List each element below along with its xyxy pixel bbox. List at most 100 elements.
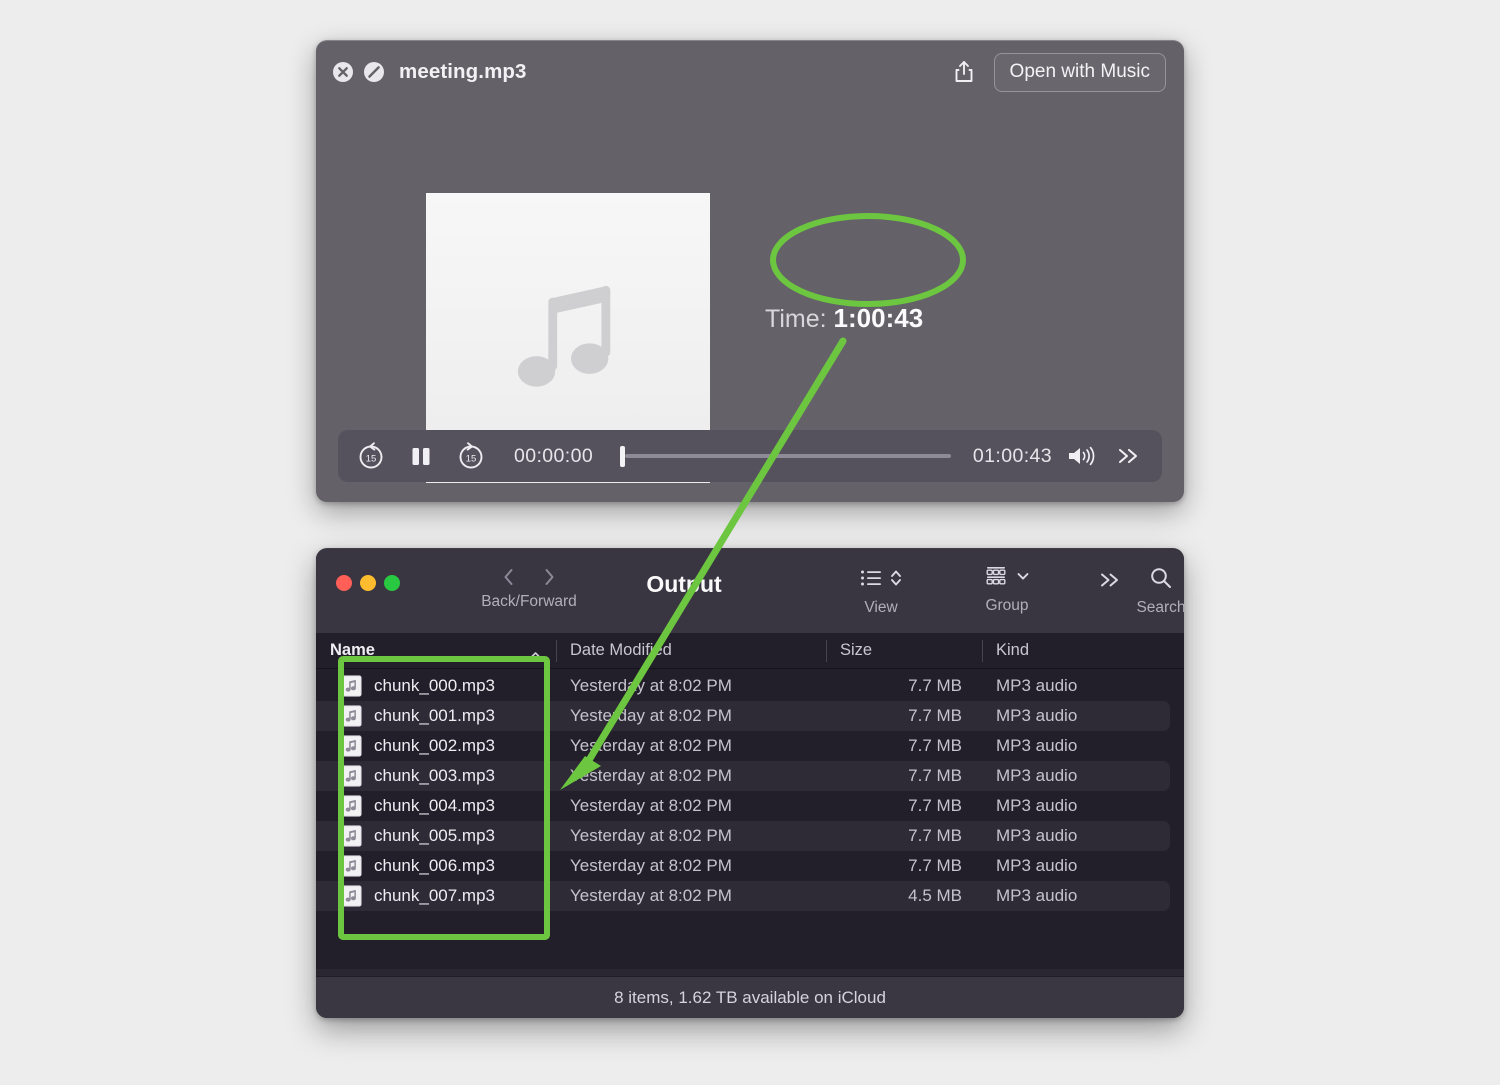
sort-ascending-caret-icon — [529, 646, 542, 659]
file-date-cell: Yesterday at 8:02 PM — [570, 826, 732, 845]
file-size-cell: 7.7 MB — [908, 706, 962, 725]
file-kind-cell: MP3 audio — [996, 766, 1078, 785]
file-name-cell: chunk_006.mp3 — [316, 855, 556, 877]
file-size-cell: 7.7 MB — [908, 796, 962, 815]
file-size-cell: 7.7 MB — [908, 826, 962, 845]
file-name-cell: chunk_007.mp3 — [316, 885, 556, 907]
quicklook-player-window: meeting.mp3 Open with Music Time: 1:00:4… — [316, 40, 1184, 502]
file-name-cell: chunk_004.mp3 — [316, 795, 556, 817]
toolbar-group-group[interactable]: Group — [952, 565, 1062, 615]
volume-icon[interactable] — [1066, 444, 1098, 468]
column-header-name-label: Name — [330, 641, 375, 659]
file-name-cell: chunk_001.mp3 — [316, 705, 556, 727]
toolbar-view-group[interactable]: View — [826, 567, 936, 617]
file-name-label: chunk_006.mp3 — [374, 856, 495, 875]
svg-text:15: 15 — [366, 454, 377, 465]
file-date-cell: Yesterday at 8:02 PM — [570, 706, 732, 725]
file-kind-cell: MP3 audio — [996, 886, 1078, 905]
minimize-window-button[interactable] — [360, 575, 376, 591]
list-view-icon[interactable] — [860, 569, 882, 592]
file-kind-cell: MP3 audio — [996, 736, 1078, 755]
file-name-label: chunk_002.mp3 — [374, 736, 495, 755]
toolbar-group-label: Group — [985, 597, 1029, 614]
svg-text:15: 15 — [466, 454, 477, 465]
double-chevron-right-icon[interactable] — [1114, 446, 1144, 466]
table-row[interactable]: chunk_007.mp3 Yesterday at 8:02 PM 4.5 MB M… — [316, 881, 1170, 911]
status-bar: 8 items, 1.62 TB available on iCloud — [316, 976, 1184, 1018]
file-size-cell: 7.7 MB — [908, 736, 962, 755]
file-kind-cell: MP3 audio — [996, 826, 1078, 845]
file-name-label: chunk_000.mp3 — [374, 676, 495, 695]
file-size-cell: 7.7 MB — [908, 766, 962, 785]
traffic-lights — [316, 571, 400, 591]
finder-window-title: Output — [646, 571, 722, 597]
chevron-left-icon[interactable] — [502, 567, 515, 587]
file-name-cell: chunk_000.mp3 — [316, 675, 556, 697]
time-value: 1:00:43 — [833, 303, 924, 333]
chevron-right-icon[interactable] — [543, 567, 556, 587]
file-name-label: chunk_003.mp3 — [374, 766, 495, 785]
file-date-cell: Yesterday at 8:02 PM — [570, 796, 732, 815]
file-date-cell: Yesterday at 8:02 PM — [570, 856, 732, 875]
mp3-file-icon — [342, 735, 362, 757]
screenshot-root: meeting.mp3 Open with Music Time: 1:00:4… — [0, 0, 1500, 1085]
mp3-file-icon — [342, 855, 362, 877]
slash-circle-icon[interactable] — [363, 61, 385, 83]
file-name-cell: chunk_005.mp3 — [316, 825, 556, 847]
table-row[interactable]: chunk_000.mp3 Yesterday at 8:02 PM 7.7 MB M… — [316, 671, 1184, 701]
mp3-file-icon — [342, 885, 362, 907]
share-icon[interactable] — [952, 59, 976, 85]
mp3-file-icon — [342, 705, 362, 727]
file-kind-cell: MP3 audio — [996, 706, 1078, 725]
duration-time: 01:00:43 — [972, 444, 1052, 467]
file-list: chunk_000.mp3 Yesterday at 8:02 PM 7.7 MB M… — [316, 669, 1184, 969]
file-size-cell: 7.7 MB — [908, 676, 962, 695]
mp3-file-icon — [342, 795, 362, 817]
table-row[interactable]: chunk_001.mp3 Yesterday at 8:02 PM 7.7 MB M… — [316, 701, 1170, 731]
close-circle-icon[interactable] — [332, 61, 354, 83]
file-date-cell: Yesterday at 8:02 PM — [570, 736, 732, 755]
up-down-chevron-icon[interactable] — [890, 568, 902, 593]
column-header-name[interactable]: Name — [316, 633, 556, 669]
search-icon[interactable] — [1149, 566, 1173, 595]
player-transport-bar: 15 15 00:00:00 01:00:43 — [338, 430, 1162, 482]
file-name-label: chunk_004.mp3 — [374, 796, 495, 815]
table-row[interactable]: chunk_005.mp3 Yesterday at 8:02 PM 7.7 MB M… — [316, 821, 1170, 851]
mp3-file-icon — [342, 675, 362, 697]
table-row[interactable]: chunk_006.mp3 Yesterday at 8:02 PM 7.7 MB M… — [316, 851, 1184, 881]
file-date-cell: Yesterday at 8:02 PM — [570, 886, 732, 905]
pause-icon[interactable] — [410, 441, 432, 471]
scrubber-knob[interactable] — [620, 445, 626, 467]
zoom-window-button[interactable] — [384, 575, 400, 591]
group-grid-icon[interactable] — [984, 565, 1008, 592]
column-header-size[interactable]: Size — [826, 633, 982, 669]
player-titlebar: meeting.mp3 Open with Music — [316, 41, 1184, 103]
column-header-kind[interactable]: Kind — [982, 633, 1184, 669]
file-name-label: chunk_007.mp3 — [374, 886, 495, 905]
music-note-icon — [509, 272, 627, 405]
skip-back-15-icon[interactable]: 15 — [356, 441, 386, 471]
file-name-cell: chunk_002.mp3 — [316, 735, 556, 757]
playback-scrubber[interactable] — [617, 445, 951, 467]
close-window-button[interactable] — [336, 575, 352, 591]
file-size-cell: 7.7 MB — [908, 856, 962, 875]
table-row[interactable]: chunk_004.mp3 Yesterday at 8:02 PM 7.7 MB M… — [316, 791, 1184, 821]
player-title: meeting.mp3 — [399, 60, 527, 83]
table-row[interactable]: chunk_002.mp3 Yesterday at 8:02 PM 7.7 MB M… — [316, 731, 1184, 761]
open-with-music-button[interactable]: Open with Music — [993, 52, 1166, 92]
file-size-cell: 4.5 MB — [908, 886, 962, 905]
toolbar-search-group[interactable]: Search — [1106, 567, 1184, 617]
file-date-cell: Yesterday at 8:02 PM — [570, 766, 732, 785]
column-header-date-modified[interactable]: Date Modified — [556, 633, 826, 669]
file-kind-cell: MP3 audio — [996, 676, 1078, 695]
chevron-down-icon[interactable] — [1016, 569, 1030, 588]
skip-forward-15-icon[interactable]: 15 — [456, 441, 486, 471]
table-row[interactable]: chunk_003.mp3 Yesterday at 8:02 PM 7.7 MB M… — [316, 761, 1170, 791]
mp3-file-icon — [342, 765, 362, 787]
toolbar-search-label: Search — [1136, 599, 1184, 616]
player-titlebar-actions: Open with Music — [952, 52, 1166, 92]
file-name-label: chunk_001.mp3 — [374, 706, 495, 725]
column-headers: Name Date Modified Size Kind — [316, 633, 1184, 669]
file-kind-cell: MP3 audio — [996, 796, 1078, 815]
back-forward-group: Back/Forward — [470, 567, 588, 611]
